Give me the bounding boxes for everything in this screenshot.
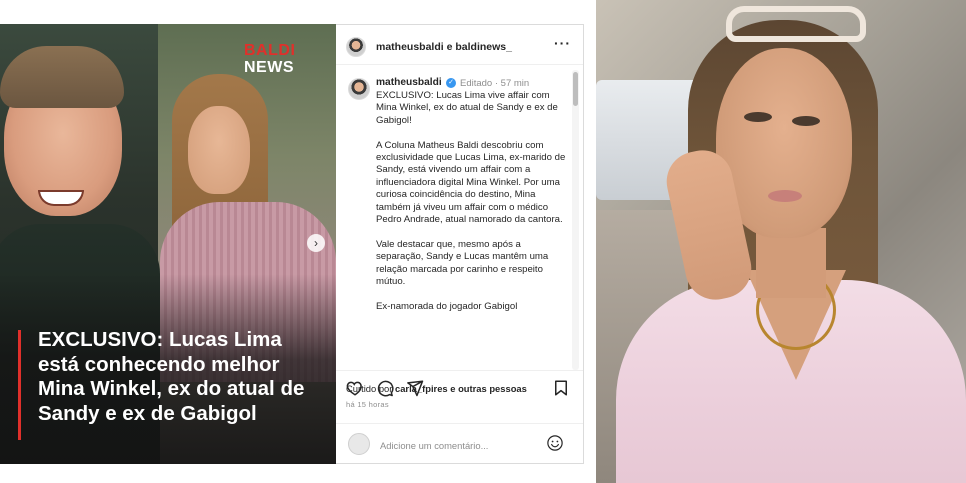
headline-accent-bar [18,330,21,440]
woman-face [188,106,250,194]
caption-area[interactable]: matheusbaldi ✓ Editado · 57 min EXCLUSIV… [336,66,583,370]
author-avatar[interactable] [346,37,366,57]
caption-meta: Editado · 57 min [460,78,530,89]
instagram-post-panel: matheusbaldi e baldinews_ ··· matheusbal… [336,24,584,464]
verified-badge-icon: ✓ [446,78,456,88]
caption-avatar[interactable] [348,78,370,100]
woman-neck [756,228,826,298]
post-headline: EXCLUSIVO: Lucas Lima está conhecendo me… [38,328,305,425]
more-options-icon[interactable]: ··· [554,35,571,51]
baldi-news-logo: BALDI NEWS [244,42,318,76]
post-authors[interactable]: matheusbaldi e baldinews_ [376,41,512,53]
post-image[interactable]: BALDI NEWS EXCLUSIVO: Lucas Lima está co… [0,24,336,464]
commenter-avatar [348,433,370,455]
bookmark-icon[interactable] [552,379,570,397]
logo-news-text: NEWS [244,59,294,76]
comment-input[interactable] [380,437,540,453]
carousel-next-icon[interactable]: › [307,234,325,252]
likes-user[interactable]: carla_fpires [395,383,448,394]
lips [768,190,802,202]
comment-bar [336,423,583,465]
emoji-icon[interactable] [546,434,564,452]
likes-summary[interactable]: Curtido por carla_fpires e outras pessoa… [346,383,527,394]
post-timestamp: há 15 horas [346,400,389,409]
scrollbar-thumb[interactable] [573,72,578,106]
logo-baldi-text: BALDI [244,42,296,59]
right-eye [792,116,820,126]
post-header: matheusbaldi e baldinews_ ··· [336,25,583,65]
woman-selfie-photo [596,0,966,483]
man-hair [0,46,124,108]
likes-suffix[interactable]: e outras pessoas [450,383,527,394]
caption-username[interactable]: matheusbaldi [376,77,442,88]
caption-scrollbar[interactable] [572,70,579,370]
caption-text: EXCLUSIVO: Lucas Lima vive affair com Mi… [376,90,566,312]
likes-prefix: Curtido por [346,383,393,394]
left-eye [744,112,772,122]
sunglasses-on-head [726,6,866,42]
scrollbar-track [572,70,579,370]
